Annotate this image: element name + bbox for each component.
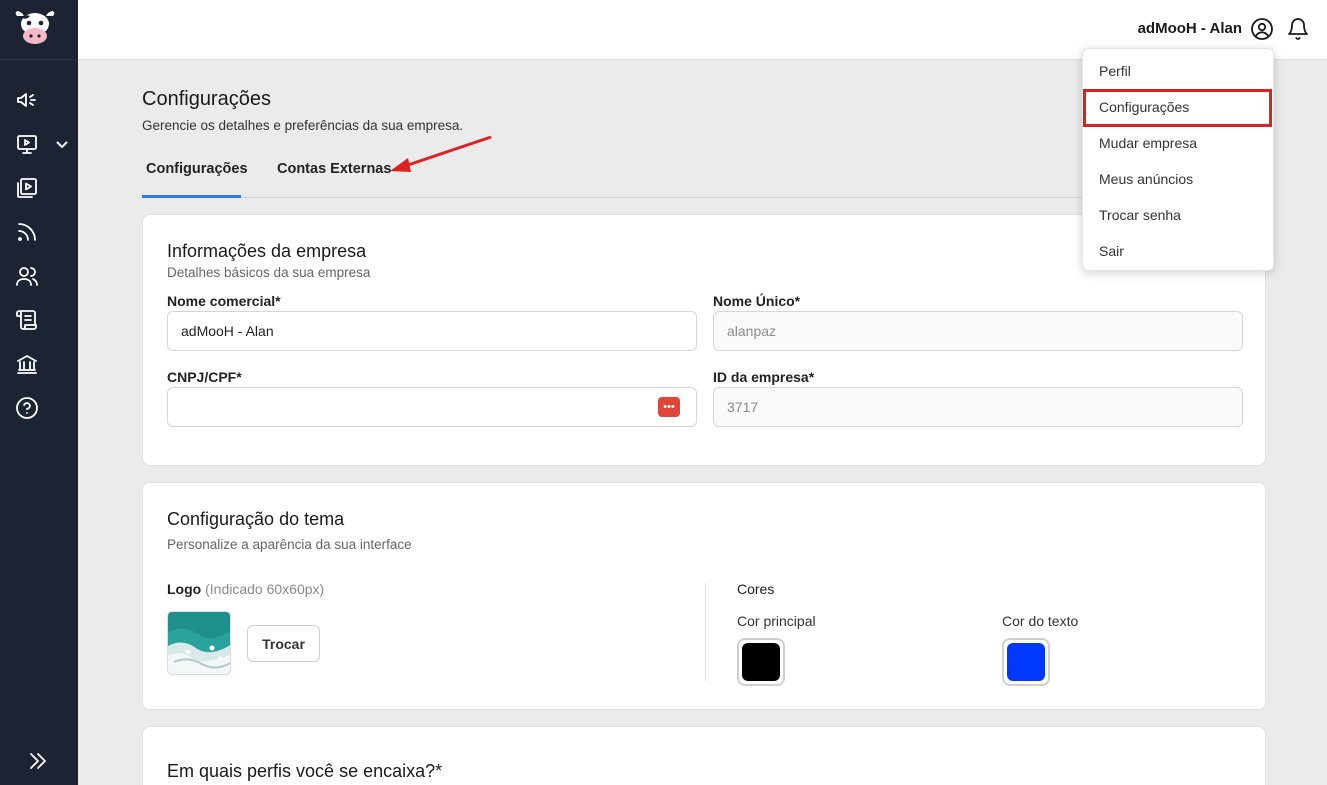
users-icon[interactable] — [14, 263, 40, 289]
trade-name-value: adMooH - Alan — [181, 323, 274, 339]
sidebar — [0, 0, 78, 785]
unique-name-value: alanpaz — [727, 323, 777, 339]
logo-hint: (Indicado 60x60px) — [205, 581, 325, 597]
trade-name-field[interactable]: adMooH - Alan — [167, 311, 697, 351]
theme-divider — [705, 583, 706, 681]
primary-color-fill — [742, 643, 780, 681]
monitor-play-icon[interactable] — [14, 131, 40, 157]
primary-color-swatch[interactable] — [737, 638, 785, 686]
cnpj-label: CNPJ/CPF* — [167, 369, 242, 385]
scroll-icon[interactable] — [14, 307, 40, 333]
user-name[interactable]: adMooH - Alan — [1138, 20, 1242, 37]
company-id-label: ID da empresa* — [713, 369, 815, 385]
rss-feed-icon[interactable] — [14, 219, 40, 245]
megaphone-icon[interactable] — [14, 87, 40, 113]
logo-label: Logo — [167, 581, 202, 597]
help-icon[interactable] — [14, 395, 40, 421]
unique-name-field: alanpaz — [713, 311, 1243, 351]
primary-color-label: Cor principal — [737, 613, 816, 629]
user-dropdown-menu: Perfil Configurações Mudar empresa Meus … — [1082, 48, 1274, 271]
password-manager-icon[interactable]: ••• — [658, 397, 680, 417]
user-circle-icon[interactable] — [1250, 17, 1274, 41]
profiles-card: Em quais perfis você se encaixa?* — [142, 726, 1266, 785]
tab-contas-externas[interactable]: Contas Externas — [277, 161, 391, 177]
colors-label: Cores — [737, 581, 775, 597]
sidebar-divider — [0, 59, 78, 60]
menu-item-sair[interactable]: Sair — [1099, 243, 1124, 259]
annotation-arrow — [390, 135, 492, 172]
cnpj-field[interactable]: ••• — [167, 387, 697, 427]
logo-image — [167, 611, 231, 675]
theme-card: Configuração do tema Personalize a aparê… — [142, 482, 1266, 710]
page-title: Configurações — [142, 88, 271, 110]
theme-subtitle: Personalize a aparência da sua interface — [167, 537, 412, 552]
unique-name-label: Nome Único* — [713, 293, 801, 309]
tab-configuracoes[interactable]: Configurações — [146, 161, 248, 177]
text-color-swatch[interactable] — [1002, 638, 1050, 686]
cow-logo[interactable] — [14, 10, 56, 46]
text-color-fill — [1007, 643, 1045, 681]
profiles-title: Em quais perfis você se encaixa?* — [167, 761, 443, 781]
bell-icon[interactable] — [1286, 17, 1310, 41]
trade-name-label: Nome comercial* — [167, 293, 281, 309]
text-color-label: Cor do texto — [1002, 613, 1079, 629]
bank-icon[interactable] — [14, 351, 40, 377]
theme-title: Configuração do tema — [167, 509, 345, 529]
menu-item-trocar-senha[interactable]: Trocar senha — [1099, 207, 1181, 223]
menu-item-perfil[interactable]: Perfil — [1099, 63, 1131, 79]
swap-logo-button[interactable]: Trocar — [247, 625, 320, 662]
video-library-icon[interactable] — [14, 175, 40, 201]
company-id-field: 3717 — [713, 387, 1243, 427]
expand-sidebar-icon[interactable] — [27, 750, 49, 772]
annotation-highlight-box — [1083, 89, 1272, 127]
logo-label-row: Logo (Indicado 60x60px) — [167, 581, 324, 597]
company-id-value: 3717 — [727, 399, 759, 415]
company-info-title: Informações da empresa — [167, 241, 367, 261]
company-info-subtitle: Detalhes básicos da sua empresa — [167, 265, 371, 280]
menu-item-meus-anuncios[interactable]: Meus anúncios — [1099, 171, 1193, 187]
menu-item-mudar-empresa[interactable]: Mudar empresa — [1099, 135, 1197, 151]
chevron-down-icon[interactable] — [54, 136, 70, 152]
active-tab-indicator — [142, 195, 241, 198]
